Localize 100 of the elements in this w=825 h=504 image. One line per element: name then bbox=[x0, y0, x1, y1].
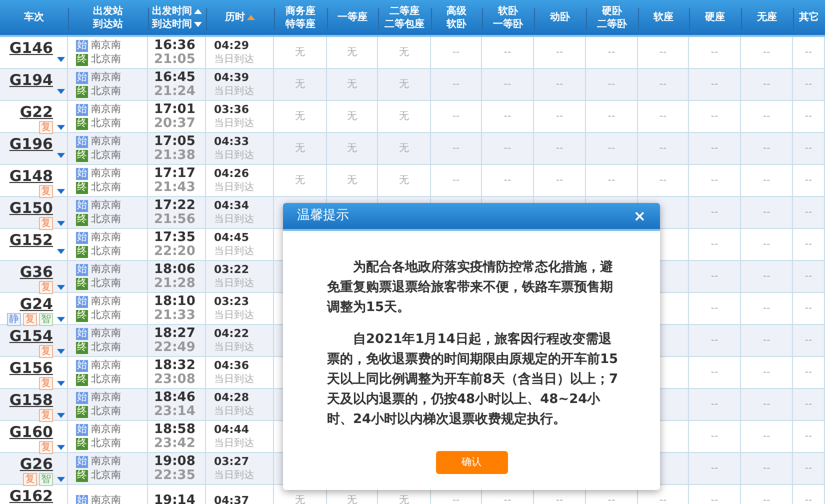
train-badge: 复 bbox=[39, 409, 53, 422]
seat-availability: -- bbox=[710, 270, 718, 284]
train-number-link[interactable]: G194 bbox=[9, 72, 53, 88]
duration: 04:45 bbox=[214, 230, 250, 244]
seat-availability: -- bbox=[556, 110, 564, 124]
column-header[interactable]: 出发时间 到达时间 bbox=[152, 4, 202, 30]
train-number-link[interactable]: G160 bbox=[9, 424, 53, 440]
arrival-time: 23:08 bbox=[154, 372, 196, 386]
column-header: 无座 bbox=[757, 11, 777, 24]
column-header: 其它 bbox=[799, 11, 819, 24]
station-name: 南京南 bbox=[91, 136, 121, 148]
station-tag: 终 bbox=[76, 342, 88, 354]
arrival-day: 当日到达 bbox=[214, 180, 254, 194]
column-header: 软座 bbox=[654, 11, 674, 24]
seat-availability: 无 bbox=[295, 142, 305, 156]
seat-availability: -- bbox=[710, 206, 718, 220]
seat-availability: -- bbox=[659, 494, 667, 504]
seat-availability: -- bbox=[804, 494, 812, 504]
seat-availability: -- bbox=[710, 334, 718, 348]
departure-time: 16:45 bbox=[154, 70, 196, 84]
seat-availability: -- bbox=[608, 110, 616, 124]
seat-availability: -- bbox=[608, 174, 616, 188]
station-tag: 始 bbox=[76, 104, 88, 116]
dropdown-icon bbox=[57, 221, 65, 226]
train-number-link[interactable]: G196 bbox=[9, 136, 53, 152]
seat-availability: -- bbox=[452, 78, 460, 92]
station-tag: 终 bbox=[76, 374, 88, 386]
column-header: 一等座 bbox=[338, 11, 368, 24]
station-tag: 终 bbox=[76, 182, 88, 194]
departure-time: 18:58 bbox=[154, 422, 196, 436]
train-badge: 智 bbox=[39, 313, 53, 326]
train-number-link[interactable]: G156 bbox=[9, 360, 53, 376]
station-name: 南京南 bbox=[91, 328, 121, 340]
station-name: 北京南 bbox=[91, 438, 121, 450]
train-number-link[interactable]: G146 bbox=[9, 40, 53, 56]
duration: 04:33 bbox=[214, 134, 250, 148]
dropdown-icon bbox=[57, 189, 65, 194]
dropdown-icon bbox=[57, 381, 65, 386]
duration: 03:22 bbox=[214, 262, 250, 276]
station-tag: 终 bbox=[76, 214, 88, 226]
station-name: 北京南 bbox=[91, 86, 121, 98]
column-header[interactable]: 历时 bbox=[225, 11, 255, 24]
seat-availability: -- bbox=[659, 174, 667, 188]
arrival-day: 当日到达 bbox=[214, 276, 254, 290]
seat-availability: 无 bbox=[347, 174, 357, 188]
station-tag: 终 bbox=[76, 246, 88, 258]
seat-availability: -- bbox=[762, 334, 770, 348]
train-number-link[interactable]: G26 bbox=[20, 456, 53, 472]
duration: 04:26 bbox=[214, 166, 250, 180]
dialog-title: 温馨提示 bbox=[297, 207, 349, 226]
seat-availability: -- bbox=[452, 174, 460, 188]
seat-availability: 无 bbox=[399, 110, 409, 124]
station-name: 南京南 bbox=[91, 456, 121, 468]
station-tag: 始 bbox=[76, 40, 88, 52]
seat-availability: -- bbox=[804, 462, 812, 476]
station-name: 北京南 bbox=[91, 374, 121, 386]
seat-availability: -- bbox=[608, 46, 616, 60]
seat-availability: -- bbox=[556, 494, 564, 504]
seat-availability: -- bbox=[659, 142, 667, 156]
train-number-link[interactable]: G36 bbox=[20, 264, 53, 280]
arrival-time: 22:49 bbox=[154, 340, 196, 354]
column-header: 硬卧 二等卧 bbox=[597, 4, 627, 30]
station-name: 南京南 bbox=[91, 200, 121, 212]
train-badge: 复 bbox=[39, 185, 53, 198]
arrival-day: 当日到达 bbox=[214, 468, 254, 482]
seat-availability: -- bbox=[804, 270, 812, 284]
seat-availability: -- bbox=[504, 110, 512, 124]
seat-availability: 无 bbox=[295, 110, 305, 124]
train-number-link[interactable]: G154 bbox=[9, 328, 53, 344]
seat-availability: 无 bbox=[295, 494, 305, 504]
train-number-link[interactable]: G148 bbox=[9, 168, 53, 184]
station-name: 北京南 bbox=[91, 246, 121, 258]
dropdown-icon bbox=[57, 413, 65, 418]
station-tag: 始 bbox=[76, 232, 88, 244]
seat-availability: 无 bbox=[399, 142, 409, 156]
seat-availability: 无 bbox=[399, 78, 409, 92]
train-number-link[interactable]: G152 bbox=[9, 232, 53, 248]
train-number-link[interactable]: G22 bbox=[20, 104, 53, 120]
train-number-link[interactable]: G24 bbox=[20, 296, 53, 312]
seat-availability: -- bbox=[504, 494, 512, 504]
arrival-time: 21:43 bbox=[154, 180, 196, 194]
seat-availability: -- bbox=[762, 110, 770, 124]
departure-time: 19:14 bbox=[154, 494, 196, 504]
seat-availability: -- bbox=[710, 46, 718, 60]
duration: 04:37 bbox=[214, 494, 250, 504]
dropdown-icon bbox=[57, 249, 65, 254]
train-number-link[interactable]: G150 bbox=[9, 200, 53, 216]
arrival-day: 当日到达 bbox=[214, 340, 254, 354]
arrival-time: 22:35 bbox=[154, 468, 196, 482]
train-number-link[interactable]: G162 bbox=[9, 488, 53, 504]
arrival-day: 当日到达 bbox=[214, 212, 254, 226]
seat-availability: -- bbox=[504, 78, 512, 92]
close-button[interactable]: × bbox=[633, 208, 646, 224]
seat-availability: -- bbox=[804, 238, 812, 252]
seat-availability: -- bbox=[452, 494, 460, 504]
arrival-time: 23:14 bbox=[154, 404, 196, 418]
station-name: 南京南 bbox=[91, 392, 121, 404]
seat-availability: -- bbox=[804, 206, 812, 220]
train-number-link[interactable]: G158 bbox=[9, 392, 53, 408]
station-tag: 始 bbox=[76, 392, 88, 404]
